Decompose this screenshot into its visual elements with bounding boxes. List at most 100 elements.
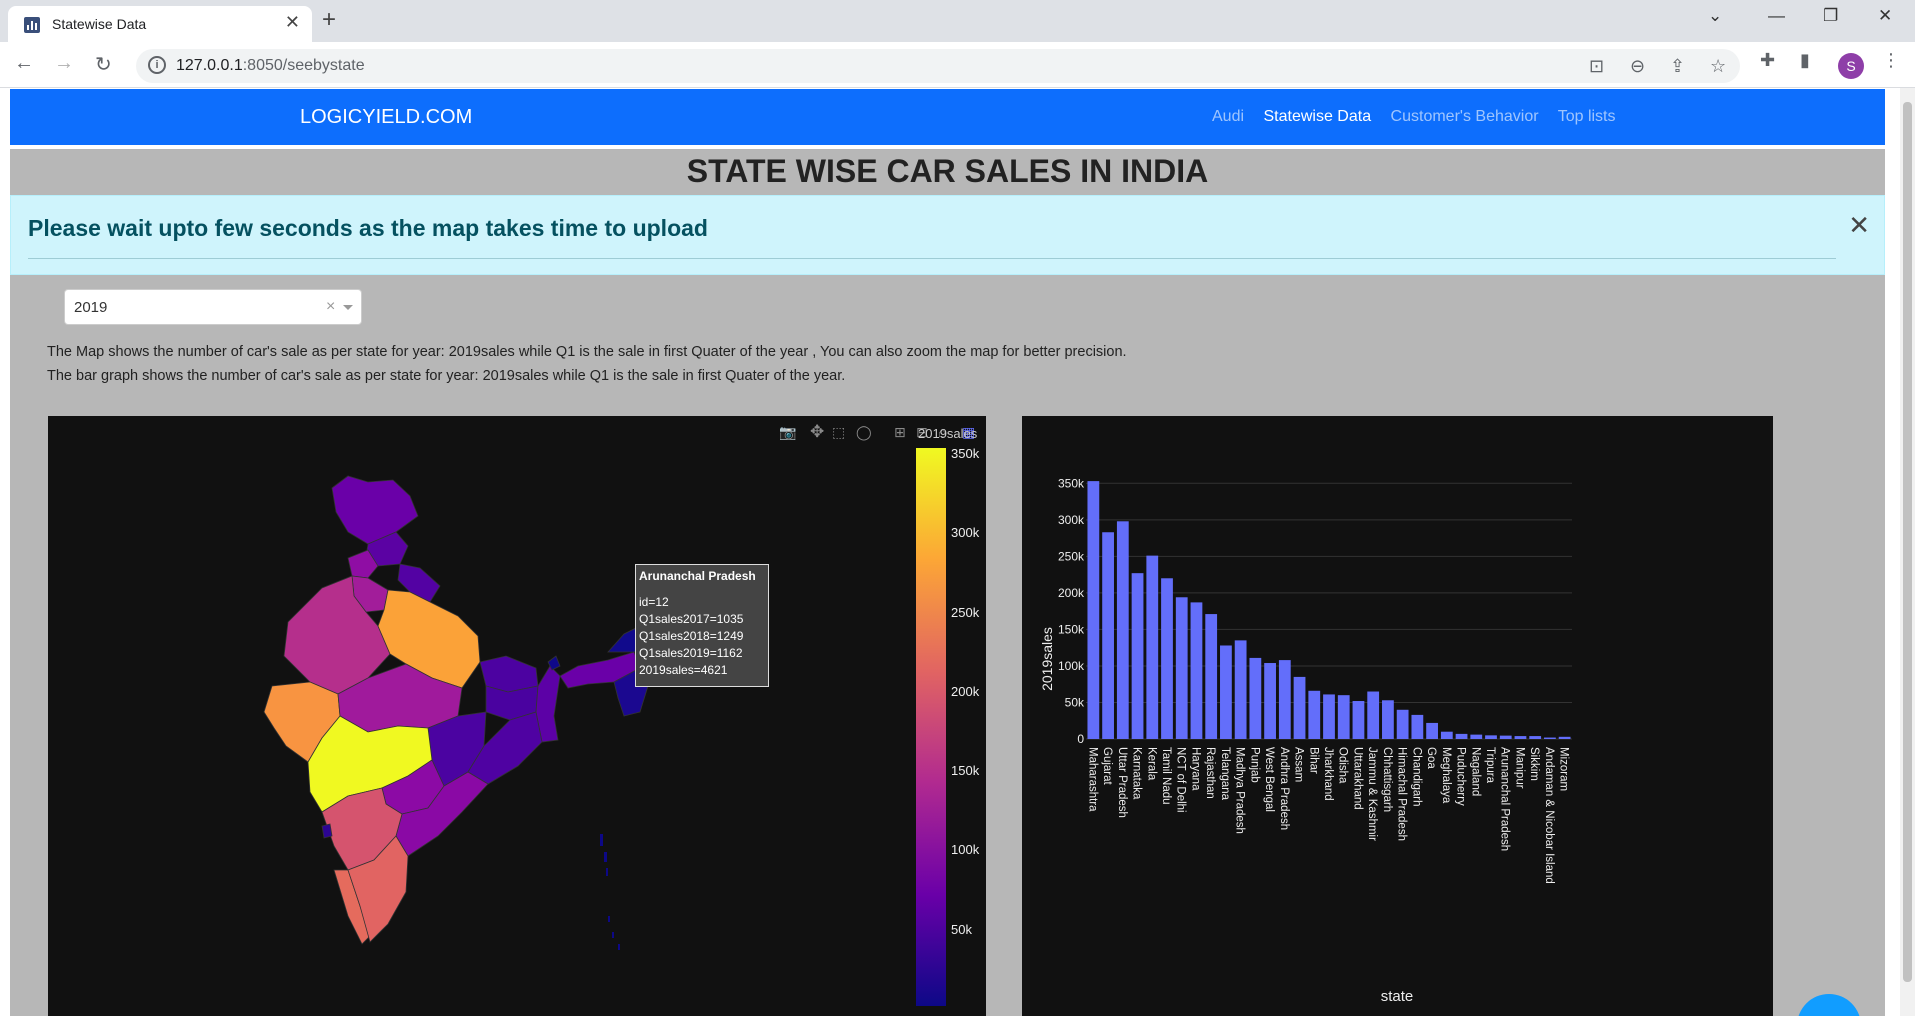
- bar-x-tick-label: Chandigarh: [1410, 747, 1422, 806]
- profile-avatar[interactable]: S: [1838, 53, 1864, 79]
- bookmark-star-icon[interactable]: ☆: [1710, 56, 1726, 77]
- nav-link-statewise[interactable]: Statewise Data: [1263, 108, 1371, 125]
- tab-close-icon[interactable]: ✕: [285, 12, 300, 33]
- bar[interactable]: [1396, 709, 1409, 739]
- scrollbar-thumb[interactable]: [1903, 102, 1912, 982]
- bar[interactable]: [1499, 735, 1512, 739]
- map-svg: 2019sales 350k 300k 250k 200k 150k 100k …: [263, 426, 980, 1006]
- state-goa[interactable]: [321, 823, 333, 839]
- bar-chart[interactable]: 0 50k 100k 150k 200k 250k 300k 350k Maharashtra…: [1022, 416, 1773, 1016]
- bar[interactable]: [1352, 701, 1365, 739]
- bar-x-tick-label: Assam: [1293, 747, 1305, 782]
- tooltip-title: Arunanchal Pradesh: [639, 569, 756, 583]
- bar[interactable]: [1102, 532, 1114, 739]
- tab-search-icon[interactable]: ⌄: [1708, 6, 1722, 26]
- bar[interactable]: [1337, 695, 1350, 739]
- info-alert: Please wait upto few seconds as the map …: [10, 195, 1885, 275]
- bar-x-tick-label: Kerala: [1145, 747, 1157, 781]
- new-tab-icon[interactable]: +: [322, 6, 336, 34]
- bar-x-axis-title: state: [1381, 988, 1414, 1005]
- bar[interactable]: [1440, 731, 1453, 739]
- bar-x-tick-labels: Maharashtra Gujarat Uttar Pradesh Karnataka…: [1086, 747, 1569, 884]
- bar-x-tick-label: Goa: [1425, 747, 1437, 769]
- bar[interactable]: [1308, 690, 1321, 739]
- page-scrollbar[interactable]: [1900, 88, 1915, 1016]
- address-bar[interactable]: i 127.0.0.1:8050/seebystate ⊡ ⊖ ⇪ ☆: [136, 49, 1740, 83]
- bar-x-tick-label: Nagaland: [1469, 747, 1481, 796]
- bar[interactable]: [1485, 735, 1497, 739]
- share-icon[interactable]: ⇪: [1670, 56, 1685, 77]
- bar[interactable]: [1323, 694, 1335, 739]
- bar[interactable]: [1234, 640, 1247, 739]
- dropdown-arrow-icon[interactable]: [343, 305, 353, 310]
- bar[interactable]: [1146, 555, 1159, 739]
- bar-x-tick-label: Jammu & Kashmir: [1366, 747, 1378, 841]
- colorbar-tick: 50k: [951, 922, 972, 937]
- bar[interactable]: [1293, 676, 1306, 739]
- bar-x-tick-label: Maharashtra: [1086, 747, 1098, 812]
- side-panel-icon[interactable]: ▮: [1800, 50, 1810, 71]
- colorbar-tick: 100k: [951, 842, 980, 857]
- extensions-icon[interactable]: ✚: [1760, 50, 1775, 71]
- bar[interactable]: [1190, 602, 1203, 739]
- bar[interactable]: [1558, 736, 1571, 739]
- choropleth-map[interactable]: 📷 ✥ ⬚ ◯ ⊞ ⊟ ⌂ ▦ 2019sales 350k 300k 250k…: [48, 416, 986, 1016]
- state-jammu-kashmir[interactable]: [331, 475, 419, 545]
- bar-y-axis-title: 2019sales: [1039, 627, 1055, 691]
- bar[interactable]: [1514, 736, 1527, 739]
- reload-icon[interactable]: ↻: [95, 52, 112, 77]
- bar-x-tick-label: Tripura: [1484, 747, 1496, 784]
- brand-link[interactable]: LOGICYIELD.COM: [300, 106, 472, 129]
- bar[interactable]: [1411, 714, 1424, 739]
- bar[interactable]: [1116, 521, 1129, 739]
- tooltip-line: id=12: [639, 595, 669, 609]
- bar[interactable]: [1175, 597, 1188, 739]
- browser-tab-strip: Statewise Data ✕ + ⌄ — ❐ ✕: [0, 0, 1915, 42]
- menu-kebab-icon[interactable]: ⋮: [1882, 50, 1900, 71]
- bar[interactable]: [1278, 660, 1291, 739]
- bar[interactable]: [1426, 722, 1438, 739]
- bar[interactable]: [1220, 645, 1232, 739]
- minimize-icon[interactable]: —: [1768, 6, 1785, 26]
- bar[interactable]: [1264, 663, 1276, 739]
- bar[interactable]: [1529, 736, 1542, 739]
- url-text: 127.0.0.1:8050/seebystate: [176, 57, 365, 74]
- alert-message: Please wait upto few seconds as the map …: [28, 215, 708, 241]
- bar[interactable]: [1367, 691, 1380, 739]
- bar[interactable]: [1087, 481, 1100, 739]
- site-navbar: LOGICYIELD.COM Audi Statewise Data Custo…: [10, 89, 1885, 145]
- nav-link-top-lists[interactable]: Top lists: [1558, 108, 1616, 125]
- clear-selection-icon[interactable]: ×: [326, 298, 335, 316]
- translate-icon[interactable]: ⊡: [1589, 56, 1604, 77]
- tab-title: Statewise Data: [52, 16, 147, 32]
- bar[interactable]: [1470, 734, 1483, 739]
- year-dropdown[interactable]: 2019 ×: [64, 289, 362, 325]
- bar-x-tick-label: Odisha: [1337, 747, 1349, 784]
- bar-x-tick-label: Uttarakhand: [1351, 747, 1363, 810]
- bar-x-tick-label: Himachal Pradesh: [1396, 747, 1408, 841]
- year-dropdown-value: 2019: [74, 299, 108, 316]
- bar[interactable]: [1249, 657, 1262, 739]
- bar[interactable]: [1131, 573, 1144, 739]
- window-close-icon[interactable]: ✕: [1878, 6, 1892, 26]
- bar[interactable]: [1205, 614, 1218, 739]
- colorbar: [916, 448, 946, 1006]
- bar-x-tick-label: Bihar: [1307, 747, 1319, 774]
- nav-link-audi[interactable]: Audi: [1212, 108, 1244, 125]
- back-icon[interactable]: ←: [14, 52, 34, 75]
- site-info-icon[interactable]: i: [148, 56, 166, 74]
- bar[interactable]: [1382, 700, 1394, 739]
- bar-x-tick-label: Karnataka: [1131, 747, 1143, 800]
- bar[interactable]: [1161, 578, 1173, 739]
- browser-tab[interactable]: Statewise Data ✕: [8, 6, 312, 42]
- bar[interactable]: [1455, 733, 1468, 739]
- colorbar-title: 2019sales: [918, 426, 978, 441]
- alert-close-icon[interactable]: ✕: [1848, 210, 1870, 241]
- india-state-shapes[interactable]: [263, 475, 651, 945]
- nav-link-customer-behavior[interactable]: Customer's Behavior: [1391, 108, 1539, 125]
- restore-icon[interactable]: ❐: [1823, 6, 1838, 26]
- bar[interactable]: [1544, 737, 1556, 739]
- forward-icon[interactable]: →: [54, 52, 74, 75]
- bar-x-tick-label: NCT of Delhi: [1175, 747, 1187, 813]
- zoom-icon[interactable]: ⊖: [1630, 56, 1645, 77]
